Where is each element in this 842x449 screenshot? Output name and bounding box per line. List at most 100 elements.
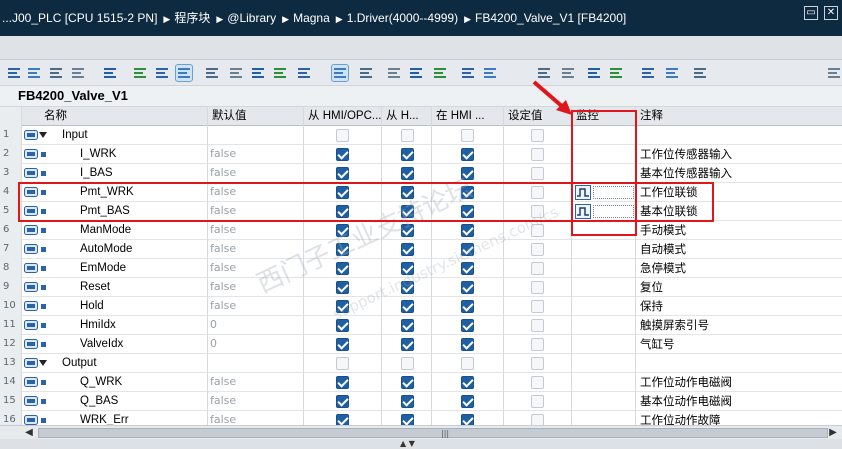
breadcrumb-item[interactable]: @Library xyxy=(227,11,276,25)
setpoint-checkbox[interactable] xyxy=(531,300,544,313)
goto-icon[interactable] xyxy=(386,65,402,81)
default-value-cell[interactable]: false xyxy=(208,392,304,411)
header-default[interactable]: 默认值 xyxy=(208,107,304,126)
hmi-accessible-checkbox[interactable] xyxy=(336,148,349,161)
header-hmi-writable[interactable]: 从 H... xyxy=(382,107,432,126)
comment-cell[interactable]: 手动模式 xyxy=(636,221,842,240)
hmi-view-icon[interactable] xyxy=(175,64,193,82)
default-value-cell[interactable] xyxy=(208,126,304,145)
name-cell[interactable]: Hold xyxy=(22,297,208,316)
setpoint-checkbox[interactable] xyxy=(531,186,544,199)
hmi-visible-checkbox[interactable] xyxy=(461,319,474,332)
format-b-icon[interactable] xyxy=(272,65,288,81)
scroll-left-icon[interactable]: ◀ xyxy=(22,427,36,439)
hmi-accessible-checkbox[interactable] xyxy=(336,338,349,351)
hmi-accessible-checkbox[interactable] xyxy=(336,357,349,370)
default-value-cell[interactable]: false xyxy=(208,297,304,316)
hmi-accessible-checkbox[interactable] xyxy=(336,395,349,408)
hmi-visible-checkbox[interactable] xyxy=(461,224,474,237)
comment-cell[interactable]: 基本位动作电磁阀 xyxy=(636,392,842,411)
comment-cell[interactable]: 基本位传感器输入 xyxy=(636,164,842,183)
setpoint-checkbox[interactable] xyxy=(531,395,544,408)
collapse-icon[interactable]: ▲ ▼ xyxy=(400,439,415,448)
header-comment[interactable]: 注释 xyxy=(636,107,842,126)
hmi-accessible-checkbox[interactable] xyxy=(336,281,349,294)
goto-next-icon[interactable] xyxy=(408,65,424,81)
format-c-icon[interactable] xyxy=(296,65,312,81)
comment-icon[interactable] xyxy=(204,65,220,81)
name-cell[interactable]: Input xyxy=(22,126,208,145)
default-value-cell[interactable]: false xyxy=(208,240,304,259)
default-value-cell[interactable]: false xyxy=(208,373,304,392)
hmi-accessible-checkbox[interactable] xyxy=(336,300,349,313)
hmi-writable-checkbox[interactable] xyxy=(401,376,414,389)
setpoint-checkbox[interactable] xyxy=(531,148,544,161)
setpoint-checkbox[interactable] xyxy=(531,167,544,180)
table-row[interactable]: 16 WRK_Err false 工作位动作故障 xyxy=(0,411,842,425)
compare-b-icon[interactable] xyxy=(482,65,498,81)
hmi-accessible-checkbox[interactable] xyxy=(336,129,349,142)
name-cell[interactable]: WRK_Err xyxy=(22,411,208,425)
table-row[interactable]: 6 ManMode false 手动模式 xyxy=(0,221,842,240)
name-cell[interactable]: Pmt_BAS xyxy=(22,202,208,221)
comment-cell[interactable] xyxy=(636,126,842,145)
hmi-visible-checkbox[interactable] xyxy=(461,148,474,161)
setpoint-checkbox[interactable] xyxy=(531,319,544,332)
name-cell[interactable]: ValveIdx xyxy=(22,335,208,354)
breadcrumb-item[interactable]: Magna xyxy=(293,11,330,25)
header-hmi-accessible[interactable]: 从 HMI/OPC... xyxy=(304,107,382,126)
download-icon[interactable] xyxy=(432,65,448,81)
hmi-writable-checkbox[interactable] xyxy=(401,243,414,256)
comment-cell[interactable]: 触摸屏索引号 xyxy=(636,316,842,335)
header-monitor[interactable]: 监控 xyxy=(572,107,636,126)
comment-cell[interactable]: 工作位动作电磁阀 xyxy=(636,373,842,392)
watch-icon[interactable] xyxy=(640,65,656,81)
monitor-trigger-icon[interactable] xyxy=(575,185,591,200)
hmi-writable-checkbox[interactable] xyxy=(401,281,414,294)
setpoint-checkbox[interactable] xyxy=(531,129,544,142)
hmi-visible-checkbox[interactable] xyxy=(461,376,474,389)
hmi-writable-checkbox[interactable] xyxy=(401,300,414,313)
hmi-accessible-checkbox[interactable] xyxy=(336,224,349,237)
hmi-writable-checkbox[interactable] xyxy=(401,357,414,370)
comment-cell[interactable]: 复位 xyxy=(636,278,842,297)
table-row[interactable]: 3 I_BAS false 基本位传感器输入 xyxy=(0,164,842,183)
name-cell[interactable]: Reset xyxy=(22,278,208,297)
table-row[interactable]: 5 Pmt_BAS false 基本位联锁 xyxy=(0,202,842,221)
setpoint-checkbox[interactable] xyxy=(531,357,544,370)
setpoint-checkbox[interactable] xyxy=(531,414,544,425)
hmi-accessible-checkbox[interactable] xyxy=(336,243,349,256)
insert-row-icon[interactable] xyxy=(6,65,22,81)
hmi-accessible-checkbox[interactable] xyxy=(336,167,349,180)
list-view-icon[interactable] xyxy=(132,65,148,81)
format-a-icon[interactable] xyxy=(250,65,266,81)
default-value-cell[interactable]: false xyxy=(208,164,304,183)
name-cell[interactable]: HmiIdx xyxy=(22,316,208,335)
overview-icon[interactable] xyxy=(331,64,349,82)
setpoint-checkbox[interactable] xyxy=(531,338,544,351)
table-row[interactable]: 8 EmMode false 急停模式 xyxy=(0,259,842,278)
scroll-right-icon[interactable]: ▶ xyxy=(826,427,840,439)
name-cell[interactable]: EmMode xyxy=(22,259,208,278)
name-cell[interactable]: I_BAS xyxy=(22,164,208,183)
name-cell[interactable]: Q_BAS xyxy=(22,392,208,411)
breadcrumb-item[interactable]: ...J00_PLC [CPU 1515-2 PN] xyxy=(2,11,157,25)
hmi-visible-checkbox[interactable] xyxy=(461,243,474,256)
comment-cell[interactable]: 工作位动作故障 xyxy=(636,411,842,425)
hmi-visible-checkbox[interactable] xyxy=(461,167,474,180)
name-cell[interactable]: AutoMode xyxy=(22,240,208,259)
hmi-writable-checkbox[interactable] xyxy=(401,129,414,142)
default-value-cell[interactable]: false xyxy=(208,202,304,221)
default-value-cell[interactable] xyxy=(208,354,304,373)
hmi-writable-checkbox[interactable] xyxy=(401,205,414,218)
monitor-off-icon[interactable] xyxy=(608,65,624,81)
breadcrumb-item[interactable]: FB4200_Valve_V1 [FB4200] xyxy=(475,11,626,25)
default-value-cell[interactable]: false xyxy=(208,183,304,202)
table-row[interactable]: 2 I_WRK false 工作位传感器输入 xyxy=(0,145,842,164)
table-row[interactable]: 11 HmiIdx 0 触摸屏索引号 xyxy=(0,316,842,335)
scrollbar-thumb[interactable]: ||| xyxy=(38,428,828,438)
hmi-visible-checkbox[interactable] xyxy=(461,281,474,294)
name-cell[interactable]: ManMode xyxy=(22,221,208,240)
comment-cell[interactable]: 工作位联锁 xyxy=(636,183,842,202)
default-value-cell[interactable]: false xyxy=(208,411,304,425)
